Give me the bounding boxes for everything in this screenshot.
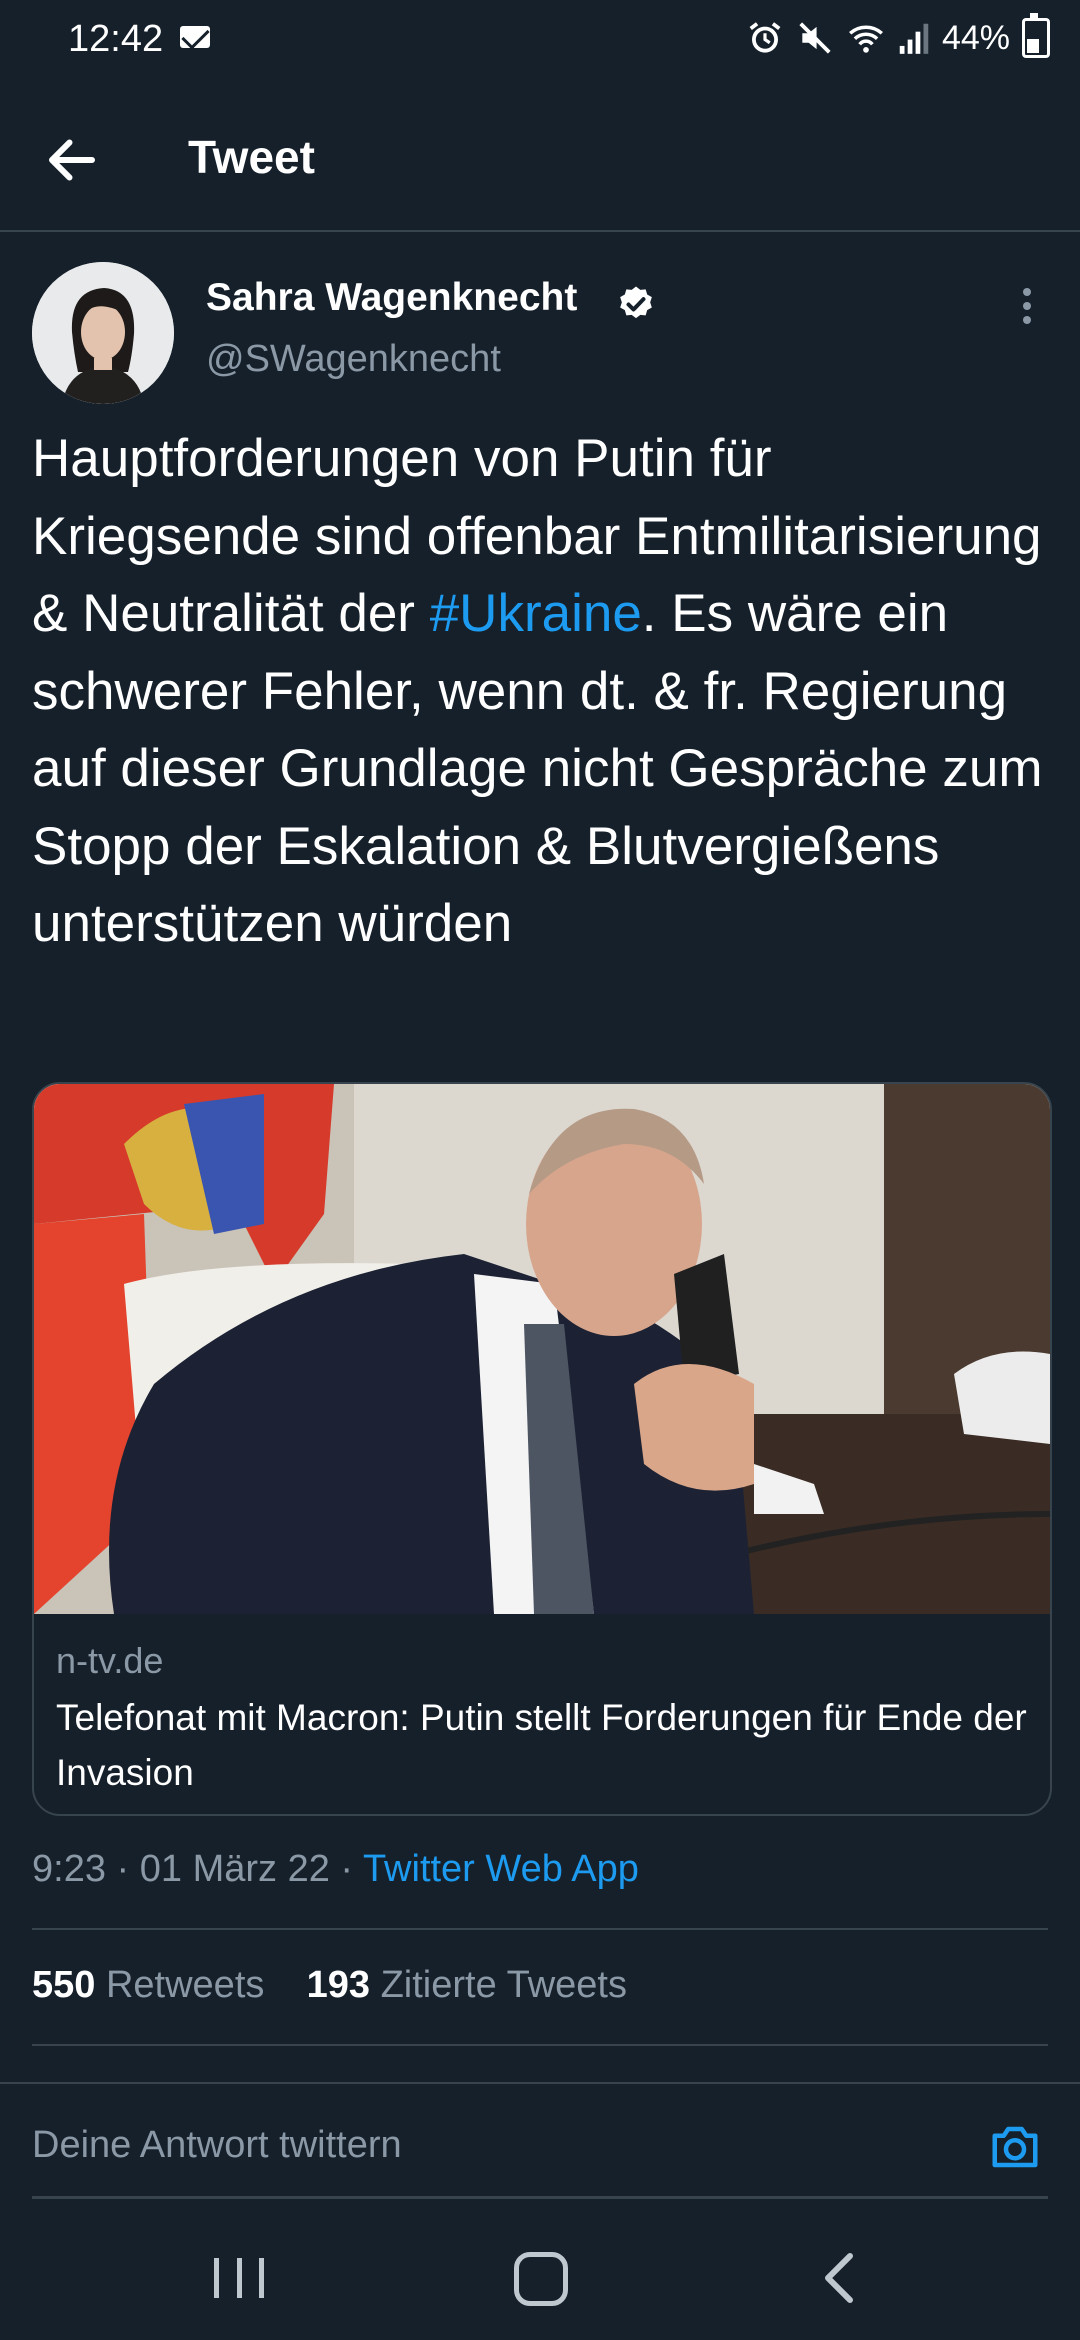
mute-icon — [799, 22, 831, 54]
card-domain: n-tv.de — [56, 1640, 164, 1681]
verified-badge-icon — [620, 286, 652, 319]
card-title: Telefonat mit Macron: Putin stellt Forde… — [56, 1697, 1027, 1793]
divider — [32, 1928, 1048, 1930]
tweet-time: 9:23 — [32, 1848, 106, 1890]
meta-separator: · — [116, 1848, 130, 1890]
quotes-count: 193 — [306, 1964, 371, 2006]
signal-icon — [899, 23, 929, 54]
home-icon[interactable] — [514, 2252, 568, 2306]
system-back-icon[interactable] — [820, 2252, 860, 2304]
status-icons: 44% — [746, 13, 1050, 58]
tweet-text: Hauptforderungen von Putin für Kriegsend… — [32, 420, 1052, 963]
status-bar: 12:42 44% — [0, 0, 1080, 90]
link-preview-card[interactable]: n-tv.de Telefonat mit Macron: Putin stel… — [32, 1082, 1052, 1816]
meta-separator-2: · — [340, 1848, 354, 1890]
retweets-label: Retweets — [105, 1964, 265, 2006]
camera-icon[interactable] — [988, 2120, 1042, 2174]
author-handle[interactable]: @SWagenknecht — [206, 338, 501, 381]
hashtag-link[interactable]: #Ukraine — [430, 584, 642, 643]
card-image — [34, 1084, 1050, 1614]
quotes-label: Zitierte Tweets — [380, 1964, 627, 2006]
wifi-icon — [848, 25, 883, 53]
divider — [32, 2044, 1048, 2046]
author-name[interactable]: Sahra Wagenknecht — [206, 276, 577, 320]
battery-percent: 44% — [941, 18, 1010, 57]
back-arrow-icon[interactable] — [42, 130, 102, 190]
alarm-icon — [749, 22, 781, 53]
reply-underline — [32, 2196, 1048, 2199]
tweet-source-link[interactable]: Twitter Web App — [363, 1848, 639, 1890]
reply-bar: Deine Antwort twittern — [0, 2082, 1080, 2202]
top-app-bar: Tweet — [0, 90, 1080, 232]
tweet-stats: 550 Retweets 193 Zitierte Tweets — [32, 1964, 627, 2007]
quotes-stat[interactable]: 193 Zitierte Tweets — [307, 1964, 627, 2006]
tweet-date: 01 März 22 — [139, 1848, 330, 1890]
more-options-icon[interactable] — [1012, 284, 1042, 334]
avatar[interactable] — [32, 262, 174, 404]
avatar-image — [32, 262, 174, 404]
recent-apps-icon[interactable] — [214, 2258, 264, 2298]
reply-input[interactable]: Deine Antwort twittern — [32, 2124, 402, 2167]
battery-icon — [1022, 13, 1050, 58]
retweets-count: 550 — [32, 1964, 96, 2006]
tweet-meta: 9:23 · 01 März 22 · Twitter Web App — [32, 1848, 639, 1891]
system-nav-bar — [0, 2210, 1080, 2340]
retweets-stat[interactable]: 550 Retweets — [32, 1964, 264, 2006]
page-title: Tweet — [188, 131, 315, 183]
status-time: 12:42 — [68, 18, 164, 60]
mail-icon — [180, 26, 210, 48]
